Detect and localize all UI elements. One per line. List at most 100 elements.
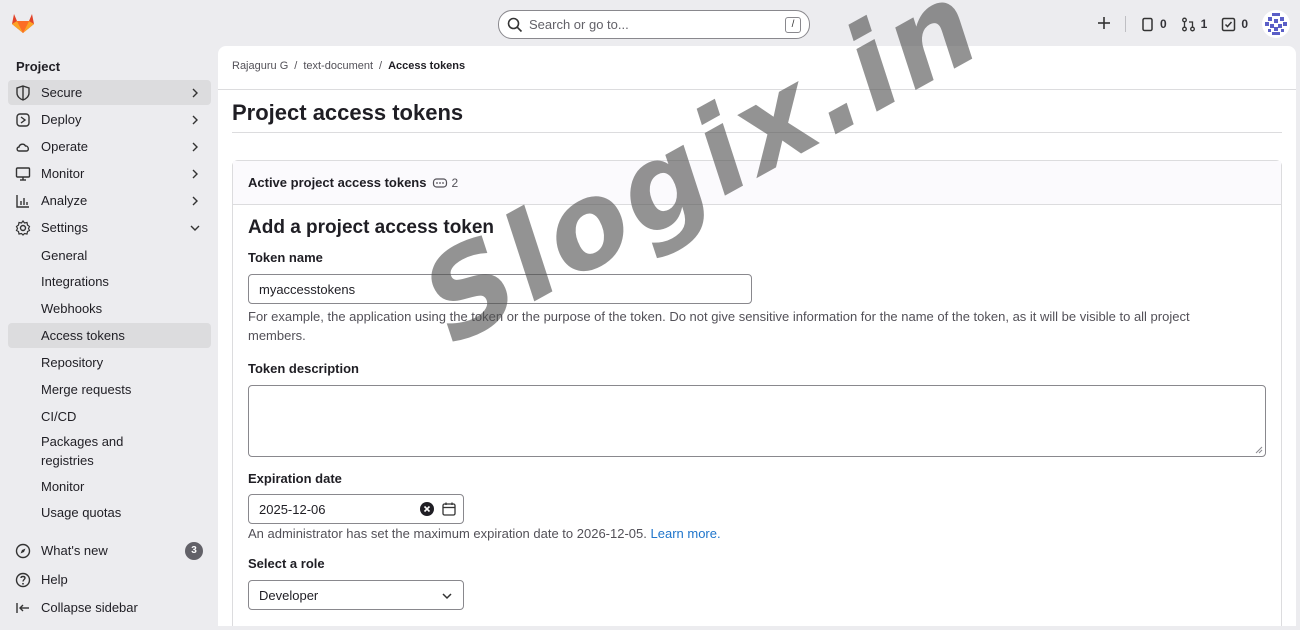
expiration-date-input[interactable]: 2025-12-06	[248, 494, 464, 524]
sidebar-item-label: Analyze	[41, 193, 88, 208]
todos-count: 0	[1241, 17, 1248, 31]
issues-icon	[1142, 17, 1153, 31]
breadcrumb-separator: /	[379, 60, 383, 72]
gitlab-logo-icon[interactable]	[10, 10, 38, 36]
todos-counter[interactable]: 0	[1221, 17, 1248, 32]
create-new-icon[interactable]	[1097, 16, 1111, 33]
help-label: Help	[41, 572, 68, 587]
sidebar-subitem-general[interactable]: General	[8, 243, 211, 268]
divider	[1124, 16, 1126, 32]
token-count: 2	[432, 176, 458, 190]
token-name-label: Token name	[248, 250, 323, 265]
expiration-date-value: 2025-12-06	[259, 501, 326, 517]
token-name-help: For example, the application using the t…	[248, 309, 1190, 343]
token-count-value: 2	[451, 175, 459, 190]
sidebar-subitem-label: Access tokens	[41, 328, 125, 343]
deploy-icon	[15, 112, 31, 128]
sidebar-subitem-merge-requests[interactable]: Merge requests	[8, 377, 211, 402]
divider	[218, 89, 1296, 90]
top-bar: Search or go to... / 0 1 0	[0, 0, 1300, 46]
card-header: Active project access tokens 2	[233, 161, 1281, 205]
sidebar-subitem-access-tokens[interactable]: Access tokens	[8, 323, 211, 348]
merge-request-icon	[1181, 17, 1195, 31]
help-button[interactable]: Help	[8, 567, 211, 592]
sidebar-subitem-repository[interactable]: Repository	[8, 350, 211, 375]
expiration-date-label: Expiration date	[248, 471, 342, 486]
sidebar-subitem-label: Merge requests	[41, 382, 132, 397]
sidebar-subitem-label: Webhooks	[41, 301, 103, 316]
calendar-icon[interactable]	[441, 501, 457, 517]
role-label: Select a role	[248, 556, 325, 571]
sidebar-subitem-integrations[interactable]: Integrations	[8, 269, 211, 294]
compass-icon	[15, 543, 31, 559]
collapse-left-icon	[15, 600, 31, 616]
collapse-sidebar-label: Collapse sidebar	[41, 600, 138, 615]
shield-icon	[15, 84, 31, 101]
page-title: Project access tokens	[232, 100, 464, 125]
sidebar-subitem-label: Packages and registries	[41, 434, 124, 468]
whats-new-count-badge: 3	[185, 541, 203, 560]
whats-new-label: What's new	[41, 543, 108, 558]
gear-icon	[15, 219, 31, 236]
breadcrumb-current[interactable]: Access tokens	[388, 60, 465, 72]
issues-counter[interactable]: 0	[1140, 17, 1167, 32]
card-header-title: Active project access tokens	[248, 175, 427, 190]
role-select[interactable]: Developer	[248, 580, 464, 610]
sidebar-item-operate[interactable]: Operate	[8, 134, 211, 159]
chevron-down-icon	[189, 222, 201, 234]
sidebar-subitem-label: Monitor	[41, 479, 85, 494]
search-placeholder: Search or go to...	[529, 17, 629, 32]
sidebar-subitem-label: Repository	[41, 355, 104, 370]
sidebar-subitem-label: General	[41, 248, 88, 263]
learn-more-link[interactable]: Learn more.	[651, 526, 721, 541]
sidebar-item-deploy[interactable]: Deploy	[8, 107, 211, 132]
sidebar-item-label: Settings	[41, 220, 88, 235]
breadcrumb-item[interactable]: Rajaguru G	[232, 60, 288, 72]
form-title: Add a project access token	[248, 217, 495, 238]
breadcrumb-separator: /	[294, 60, 298, 72]
sidebar-subitem-webhooks[interactable]: Webhooks	[8, 296, 211, 321]
date-actions	[419, 501, 457, 517]
sidebar-title: Project	[16, 59, 61, 74]
chart-icon	[15, 193, 31, 209]
monitor-icon	[15, 166, 31, 182]
sidebar-item-analyze[interactable]: Analyze	[8, 188, 211, 213]
chevron-down-icon	[442, 593, 452, 600]
chevron-right-icon	[189, 141, 201, 153]
collapse-sidebar-button[interactable]: Collapse sidebar	[8, 595, 211, 620]
sidebar-subitem-packages-registries[interactable]: Packages and registries	[8, 432, 211, 470]
sidebar-subitem-monitor[interactable]: Monitor	[8, 474, 211, 499]
top-actions: 0 1 0	[1097, 8, 1290, 40]
token-name-input[interactable]: myaccesstokens	[248, 274, 752, 304]
clear-icon[interactable]	[419, 501, 435, 517]
token-description-textarea[interactable]	[248, 385, 1266, 457]
sidebar-item-label: Deploy	[41, 112, 82, 127]
whats-new-button[interactable]: What's new 3	[8, 538, 211, 563]
merge-requests-counter[interactable]: 1	[1181, 17, 1207, 32]
user-avatar[interactable]	[1262, 10, 1290, 38]
sidebar-item-settings[interactable]: Settings	[8, 215, 211, 240]
expiration-help: An administrator has set the maximum exp…	[248, 524, 721, 543]
search-input[interactable]: Search or go to... /	[498, 10, 810, 39]
sidebar-subitem-label: CI/CD	[41, 409, 77, 424]
divider	[232, 132, 1282, 133]
search-shortcut-badge: /	[785, 16, 801, 33]
sidebar-subitem-label: Integrations	[41, 274, 109, 289]
token-description-label: Token description	[248, 361, 359, 376]
sidebar-item-label: Monitor	[41, 166, 85, 181]
sidebar-item-secure[interactable]: Secure	[8, 80, 211, 105]
cloud-icon	[15, 139, 31, 155]
resize-handle-icon[interactable]	[1255, 446, 1263, 454]
sidebar-subitem-usage-quotas[interactable]: Usage quotas	[8, 500, 211, 525]
sidebar-item-monitor[interactable]: Monitor	[8, 161, 211, 186]
sidebar-subitem-cicd[interactable]: CI/CD	[8, 404, 211, 429]
issues-count: 0	[1159, 17, 1167, 31]
breadcrumb: Rajaguru G / text-document / Access toke…	[232, 60, 465, 72]
chevron-right-icon	[189, 87, 201, 99]
sidebar-item-label: Secure	[41, 85, 83, 100]
chevron-right-icon	[189, 114, 201, 126]
breadcrumb-item[interactable]: text-document	[303, 60, 373, 72]
main-panel: Rajaguru G / text-document / Access toke…	[218, 46, 1296, 626]
todo-icon	[1222, 17, 1236, 31]
access-tokens-card: Active project access tokens 2 Add a pro…	[232, 160, 1282, 626]
